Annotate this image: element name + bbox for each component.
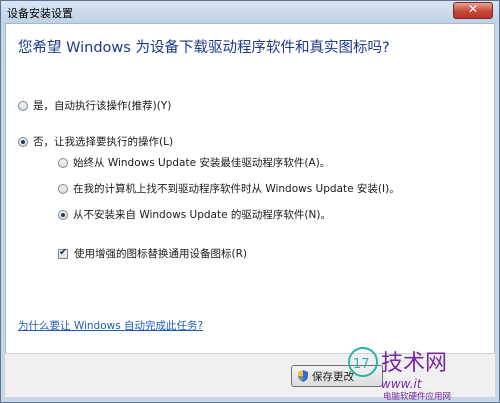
watermark-number: 17 <box>353 357 370 372</box>
title-bar[interactable]: 设备安装设置 ✕ <box>1 1 499 23</box>
option-always-update[interactable]: 始终从 Windows Update 安装最佳驱动程序软件(A)。 <box>58 155 330 170</box>
page-title: 您希望 Windows 为设备下载驱动程序软件和真实图标吗? <box>18 40 390 56</box>
watermark-brand: 技术网 <box>381 351 447 376</box>
watermark-subtitle: 电脑软硬件应用网 <box>383 391 451 400</box>
help-link[interactable]: 为什么要让 Windows 自动完成此任务? <box>18 318 203 333</box>
option-never-update-label: 从不安装来自 Windows Update 的驱动程序软件(N)。 <box>73 209 331 221</box>
option-enhanced-icons-label: 使用增强的图标替换通用设备图标(R) <box>74 248 247 260</box>
radio-never-update[interactable] <box>58 209 68 220</box>
close-button[interactable]: ✕ <box>453 2 493 19</box>
checkmark-icon: ✔ <box>59 246 68 258</box>
option-no-choose-label: 否，让我选择要执行的操作(L) <box>33 136 174 148</box>
radio-update-if-missing[interactable] <box>58 183 68 194</box>
dialog-window: 设备安装设置 ✕ 您希望 Windows 为设备下载驱动程序软件和真实图标吗? … <box>0 0 500 403</box>
option-update-if-missing-label: 在我的计算机上找不到驱动程序软件时从 Windows Update 安装(I)。 <box>73 183 400 195</box>
watermark-logo: 17 技术网 www.it 电脑软硬件应用网 <box>348 347 451 400</box>
close-icon: ✕ <box>467 2 479 16</box>
radio-no-choose[interactable] <box>18 136 28 147</box>
radio-yes-auto[interactable] <box>18 100 28 111</box>
option-update-if-missing[interactable]: 在我的计算机上找不到驱动程序软件时从 Windows Update 安装(I)。 <box>58 181 400 196</box>
option-yes-auto-label: 是，自动执行该操作(推荐)(Y) <box>33 100 172 112</box>
option-never-update[interactable]: 从不安装来自 Windows Update 的驱动程序软件(N)。 <box>58 207 331 222</box>
option-always-update-label: 始终从 Windows Update 安装最佳驱动程序软件(A)。 <box>73 157 331 169</box>
checkbox-enhanced-icons[interactable]: ✔ <box>58 246 68 259</box>
watermark-site: www.it <box>381 377 423 391</box>
shield-icon <box>298 370 308 382</box>
radio-always-update[interactable] <box>58 157 68 168</box>
window-title: 设备安装设置 <box>7 7 73 20</box>
option-no-choose[interactable]: 否，让我选择要执行的操作(L) <box>18 134 173 149</box>
option-yes-auto[interactable]: 是，自动执行该操作(推荐)(Y) <box>18 98 171 113</box>
option-enhanced-icons[interactable]: ✔ 使用增强的图标替换通用设备图标(R) <box>58 246 247 261</box>
